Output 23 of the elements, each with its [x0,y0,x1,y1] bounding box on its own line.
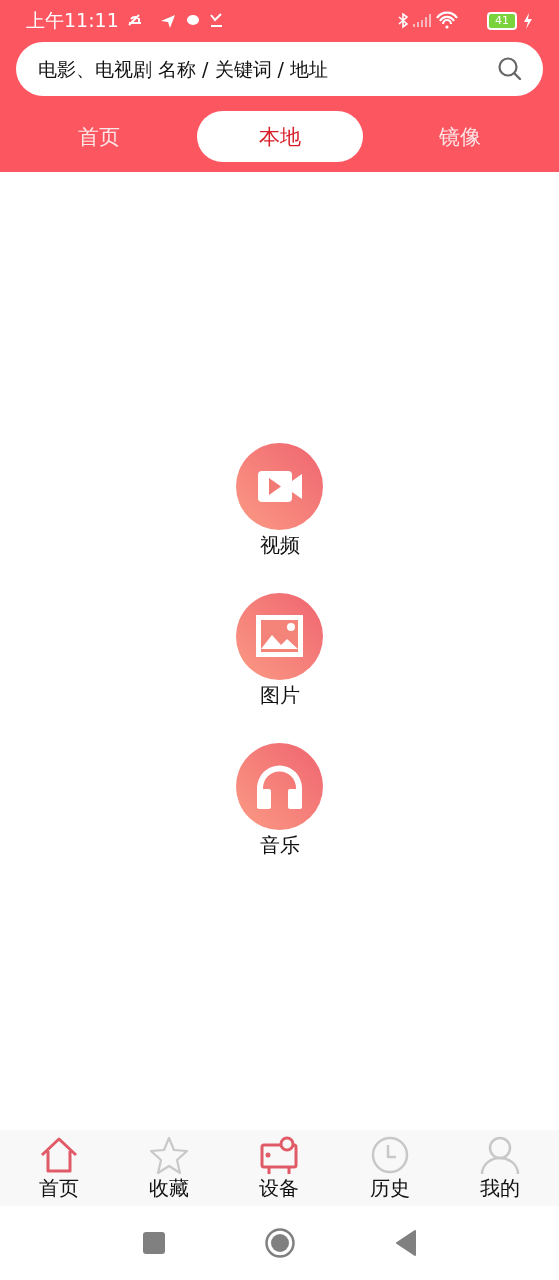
search-field[interactable]: 电影、电视剧 名称 / 关键词 / 地址 [16,42,543,96]
nav-tab[interactable]: 我的 [449,1130,550,1206]
headphones-icon[interactable] [236,743,323,830]
projector-icon [258,1134,301,1175]
search-icon[interactable] [497,56,523,82]
nav-tab[interactable]: 设备 [229,1130,330,1206]
media-label: 视频 [259,532,300,559]
media-label: 图片 [259,682,300,709]
media-label: 音乐 [259,832,300,859]
recents-button[interactable] [142,1232,165,1254]
back-button[interactable] [394,1230,417,1256]
home-button[interactable] [264,1228,295,1258]
star-icon [148,1134,191,1175]
tab[interactable]: 本地 [196,111,363,162]
battery-indicator: 41 [487,12,517,30]
nav-tab[interactable]: 首页 [9,1130,110,1206]
status-time: 上午11:11 [26,8,119,33]
charging-icon [523,13,533,29]
image-icon[interactable] [236,593,323,680]
person-icon [478,1134,521,1175]
video-camera-icon[interactable] [236,443,323,530]
nav-tab[interactable]: 收藏 [119,1130,220,1206]
nav-tab[interactable]: 历史 [339,1130,440,1206]
